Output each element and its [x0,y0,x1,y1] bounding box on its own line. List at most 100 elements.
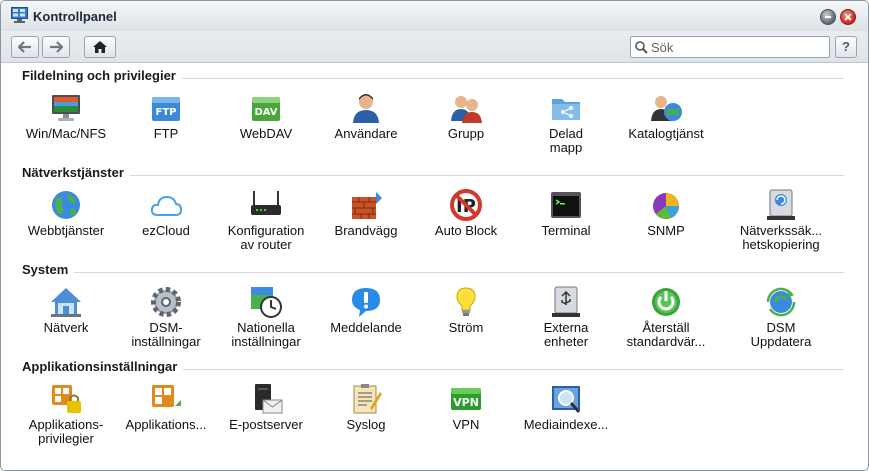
applet-label: Win/Mac/NFS [25,126,107,141]
applet-syslog[interactable]: Syslog [316,382,416,432]
applet-label: Delad mapp [549,126,583,155]
applet-label: Nationella inställningar [231,320,301,349]
svg-text:VPN: VPN [453,396,479,409]
applet-meddelande[interactable]: Meddelande [316,285,416,335]
group-icon [451,96,482,123]
help-button[interactable]: ? [835,36,857,58]
applet-label: Auto Block [434,223,498,238]
applet-ezcloud[interactable]: ezCloud [116,188,216,238]
applet-strom[interactable]: Ström [416,285,516,335]
applet-label: Syslog [346,417,386,432]
forward-button[interactable] [42,36,70,58]
applet-label: WebDAV [239,126,293,141]
window-title: Kontrollpanel [33,9,117,24]
applet-label: Mediaindexe... [523,417,609,432]
applet-label: Meddelande [330,320,402,335]
applet-label: E-postserver [229,417,303,432]
applet-mediaindexe[interactable]: Mediaindexe... [516,382,616,432]
applet-brandvagg[interactable]: Brandvägg [316,188,416,238]
svg-text:FTP: FTP [156,107,177,118]
applet-applikations-privilegier[interactable]: Applikations-privilegier [16,382,116,446]
applet-label: Katalogtjänst [628,126,704,141]
applet-vpn[interactable]: VPN VPN [416,382,516,432]
applet-auto-block[interactable]: IP Auto Block [416,188,516,238]
home-icon [93,41,107,53]
search-field[interactable] [630,36,830,58]
auto-block-icon: IP [450,189,482,221]
syslog-icon [353,384,382,414]
regional-clock-icon [251,287,282,318]
applet-delad-mapp[interactable]: Delad mapp [516,91,616,155]
app-privileges-icon [52,385,81,413]
applet-katalogtjanst[interactable]: Katalogtjänst [616,91,716,141]
lightbulb-icon [456,287,476,316]
arrow-right-icon [50,41,63,53]
section-title-natverkstjanster: Nätverkstjänster [22,165,124,180]
applet-label: Brandvägg [334,223,398,238]
applet-anvandare[interactable]: Användare [316,91,416,141]
applet-dsm-uppdatera[interactable]: DSM Uppdatera [731,285,831,349]
applet-ftp[interactable]: FTP FTP [116,91,216,141]
applet-grupp[interactable]: Grupp [416,91,516,141]
control-panel-window: Kontrollpanel ? Fildelning och privilegi… [0,0,869,471]
minimize-icon [825,16,831,18]
applet-snmp[interactable]: SNMP [616,188,716,238]
webdav-icon: DAV [252,97,280,121]
applet-aterstall-standardvar[interactable]: Återställ standardvär... [616,285,716,349]
applet-e-postserver[interactable]: E-postserver [216,382,316,432]
applet-konfiguration-av-router[interactable]: Konfiguration av router [216,188,316,252]
mail-server-icon [255,384,283,414]
applet-label: ezCloud [142,223,190,238]
applet-natverkssak-hetskopiering[interactable]: Nätverkssäk... hetskopiering [731,188,831,252]
applet-applikations[interactable]: Applikations... [116,382,216,432]
close-button[interactable] [840,9,856,25]
monitor-icon [52,95,80,121]
applet-label: Konfiguration av router [227,223,305,252]
applet-dsm-installningar[interactable]: DSM-inställningar [116,285,216,349]
applet-label: DSM-inställningar [131,320,201,349]
toolbar: ? [1,31,868,63]
applet-label: Applikations... [125,417,207,432]
section-divider [74,272,844,273]
applet-natverk[interactable]: Nätverk [16,285,116,335]
section-divider [183,369,844,370]
update-icon [766,287,796,317]
applet-label: VPN [452,417,480,432]
network-backup-icon [767,189,795,220]
shared-folder-icon [552,99,580,120]
applet-label: Externa enheter [543,320,589,349]
pie-chart-icon [653,193,679,219]
router-icon [251,191,281,215]
applet-nationella-installningar[interactable]: Nationella inställningar [216,285,316,349]
usb-drive-icon [552,286,580,317]
control-panel-app-icon [11,7,28,23]
ftp-icon: FTP [152,97,180,121]
applet-label: Grupp [447,126,485,141]
applet-webbtjanster[interactable]: Webbtjänster [16,188,116,238]
applet-label: Användare [334,126,398,141]
applet-label: FTP [153,126,179,141]
media-index-icon [552,386,581,413]
applet-label: Återställ standardvär... [626,320,706,349]
section-title-applikationsinstallningar: Applikationsinställningar [22,359,178,374]
terminal-icon [551,192,581,218]
search-input[interactable] [651,39,826,55]
applet-label: Nätverkssäk... hetskopiering [739,223,823,252]
applet-win-mac-nfs[interactable]: Win/Mac/NFS [16,91,116,141]
close-icon [844,13,852,21]
network-house-icon [51,288,81,317]
applet-label: Ström [448,320,484,335]
section-divider [182,78,844,79]
minimize-button[interactable] [820,9,836,25]
applet-label: Terminal [541,223,591,238]
back-button[interactable] [11,36,39,58]
applet-webdav[interactable]: DAV WebDAV [216,91,316,141]
applet-label: Nätverk [43,320,89,335]
home-button[interactable] [84,36,116,58]
applet-externa-enheter[interactable]: Externa enheter [516,285,616,349]
control-panel-content: Fildelning och privilegier Win/Mac/NFS FTP… [1,64,868,470]
applet-terminal[interactable]: Terminal [516,188,616,238]
vpn-icon: VPN [451,388,481,410]
title-bar[interactable]: Kontrollpanel [1,1,868,31]
app-portal-icon [152,385,181,412]
